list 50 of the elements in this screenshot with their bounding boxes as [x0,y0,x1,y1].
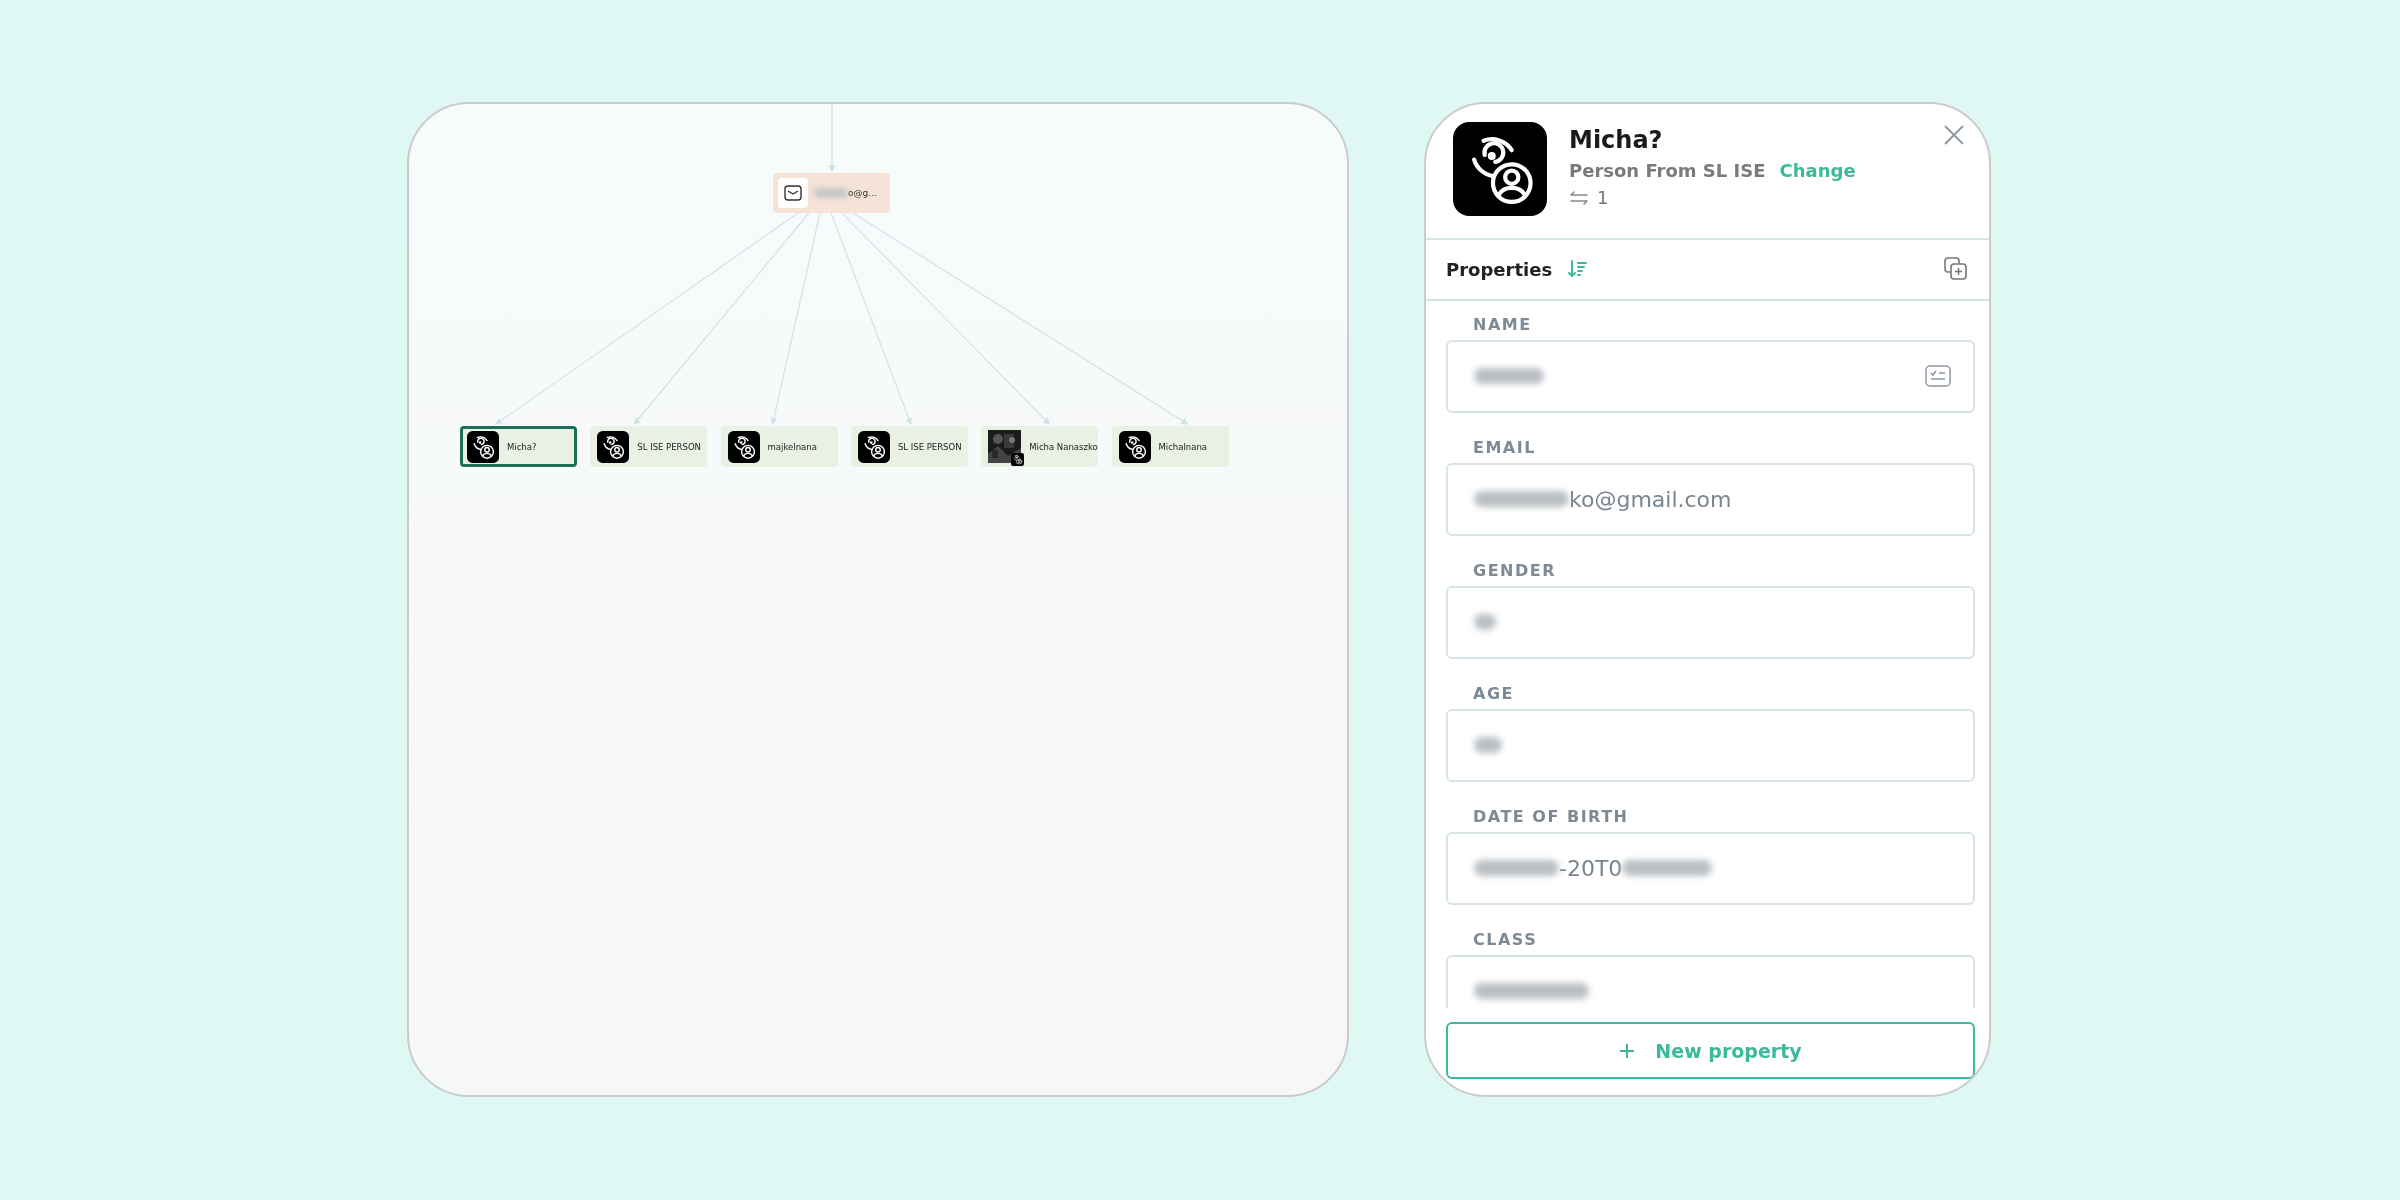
graph-node[interactable]: Micha Nanaszko [981,426,1099,467]
person-signal-icon [1011,453,1025,466]
graph-node[interactable]: Michalnana [1111,426,1229,467]
person-signal-icon [727,430,760,463]
input-field[interactable]: ko@gmail.com [1446,462,1975,536]
field-label: EMAIL [1472,437,1537,457]
field-label: AGE [1472,683,1515,703]
node-label: SL ISE PERSON [637,441,701,452]
graph-node[interactable]: SL ISE PERSON [590,426,708,467]
node-label: SL ISE PERSON [897,441,962,452]
field-label: CLASS [1472,929,1539,949]
copy-add-icon[interactable] [1943,256,1969,283]
person-signal-icon [597,430,630,463]
input-field[interactable] [1446,339,1975,413]
node-label: majkelnana [767,441,817,452]
node-label: Micha Nanaszko [1029,441,1098,452]
graph-node[interactable]: Micha? [460,426,577,467]
swap-arrows-icon [1569,190,1589,205]
field-value: ko@gmail.com [1569,486,1732,512]
entity-title: Micha? [1569,126,1664,154]
edge-line [828,104,836,173]
sort-icon[interactable] [1568,259,1589,280]
graph-node[interactable]: o@g… [773,173,890,213]
blurred-text [1474,737,1502,754]
checklist-icon[interactable] [1925,365,1951,388]
input-field[interactable] [1446,708,1975,782]
section-title: Properties [1446,258,1553,280]
input-field[interactable]: -20T0 [1446,831,1975,905]
field-value: -20T0 [1559,855,1623,881]
node-label: Micha? [507,441,537,452]
person-signal-icon [1118,430,1151,463]
blurred-text [1474,614,1496,631]
envelope-icon [778,178,808,208]
field-label: NAME [1472,314,1533,334]
graph-node[interactable]: majkelnana [720,426,838,467]
field-label: GENDER [1472,560,1557,580]
field-label: DATE OF BIRTH [1472,806,1630,826]
node-label: o@g… [848,188,878,198]
blurred-text [814,189,848,197]
close-icon[interactable] [1943,124,1965,146]
person-signal-icon [467,430,499,463]
person-signal-icon [857,430,890,463]
graph-node[interactable]: SL ISE PERSON [850,426,968,467]
plus-icon [1619,1042,1636,1059]
entity-type: Person From SL ISE [1569,160,1766,181]
person-signal-icon [1453,122,1547,216]
blurred-text [1474,368,1544,385]
node-label: Michalnana [1158,441,1208,452]
link-count: 1 [1597,187,1609,208]
input-field[interactable] [1446,585,1975,659]
